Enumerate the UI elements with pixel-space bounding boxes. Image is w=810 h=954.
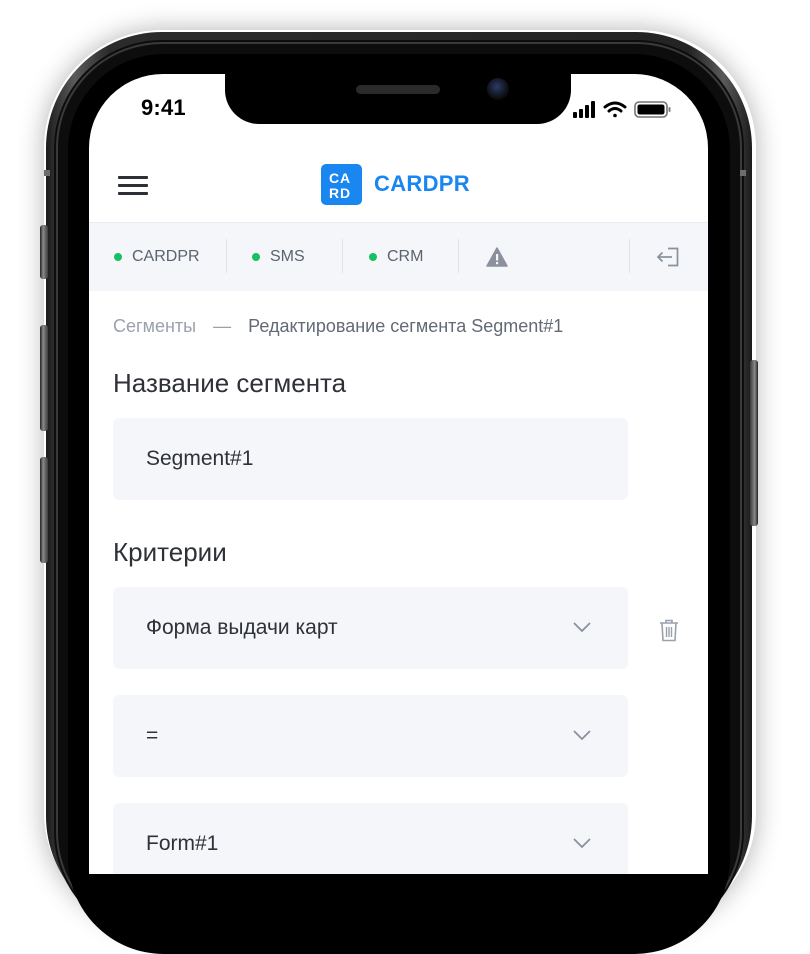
svg-text:C: C [329,170,339,186]
chevron-down-icon [573,730,591,741]
svg-text:R: R [329,185,339,201]
app-header: C A R D CARDPR [89,148,708,222]
chevron-down-icon [573,622,591,633]
breadcrumb-separator: — [213,316,232,336]
breadcrumb-parent-link[interactable]: Сегменты [113,316,196,336]
system-label: SMS [270,248,305,265]
system-status-bar: CARDPR SMS CRM [89,222,708,291]
card-logo-icon: C A R D [329,170,350,201]
front-camera [487,78,509,100]
volume-down-button [40,457,48,563]
status-dot-icon [114,253,122,261]
segment-name-input[interactable]: Segment#1 [113,418,628,500]
criteria-field-value: Форма выдачи карт [146,616,338,639]
system-label: CARDPR [132,248,200,265]
logo-mark: C A R D [321,164,362,205]
chevron-down-icon [573,838,591,849]
battery-icon [634,101,671,118]
system-item-crm[interactable]: CRM [369,223,423,291]
delete-criterion-icon[interactable] [658,618,680,642]
breadcrumb-current: Редактирование сегмента Segment#1 [248,316,564,336]
system-item-sms[interactable]: SMS [252,223,305,291]
antenna-line [740,170,746,176]
criteria-value-value: Form#1 [146,832,219,855]
criteria-title: Критерии [113,537,227,567]
system-label: CRM [387,248,424,265]
logout-icon[interactable] [656,247,680,267]
status-dot-icon [252,253,260,261]
wifi-icon [603,101,627,118]
segment-name-title: Название сегмента [113,368,347,398]
signal-icon [573,101,595,118]
status-dot-icon [369,253,377,261]
power-button [750,360,758,526]
mute-switch [40,225,48,279]
svg-text:D: D [340,185,350,201]
breadcrumb: Сегменты — Редактирование сегмента Segme… [113,316,563,337]
volume-up-button [40,325,48,431]
criteria-operator-value: = [146,724,159,747]
system-item-cardpr[interactable]: CARDPR [114,223,200,291]
divider [342,239,343,273]
status-icons [573,101,671,118]
svg-text:A: A [340,170,350,186]
menu-icon[interactable] [118,176,148,196]
antenna-line [44,170,50,176]
criteria-field-select[interactable]: Форма выдачи карт [113,587,628,669]
divider [458,239,459,273]
warning-icon[interactable] [486,247,508,267]
criteria-value-select[interactable]: Form#1 [113,803,628,874]
divider [226,239,227,273]
status-time: 9:41 [141,95,186,120]
divider [629,239,630,273]
segment-name-value: Segment#1 [146,447,254,470]
earpiece-speaker [356,85,440,94]
criteria-operator-select[interactable]: = [113,695,628,777]
phone-screen: 9:41 C A R D CARDPR CARDPR SMS CRM Сегме… [89,74,708,874]
notch [225,74,571,124]
logo-text: CARDPR [374,171,470,196]
